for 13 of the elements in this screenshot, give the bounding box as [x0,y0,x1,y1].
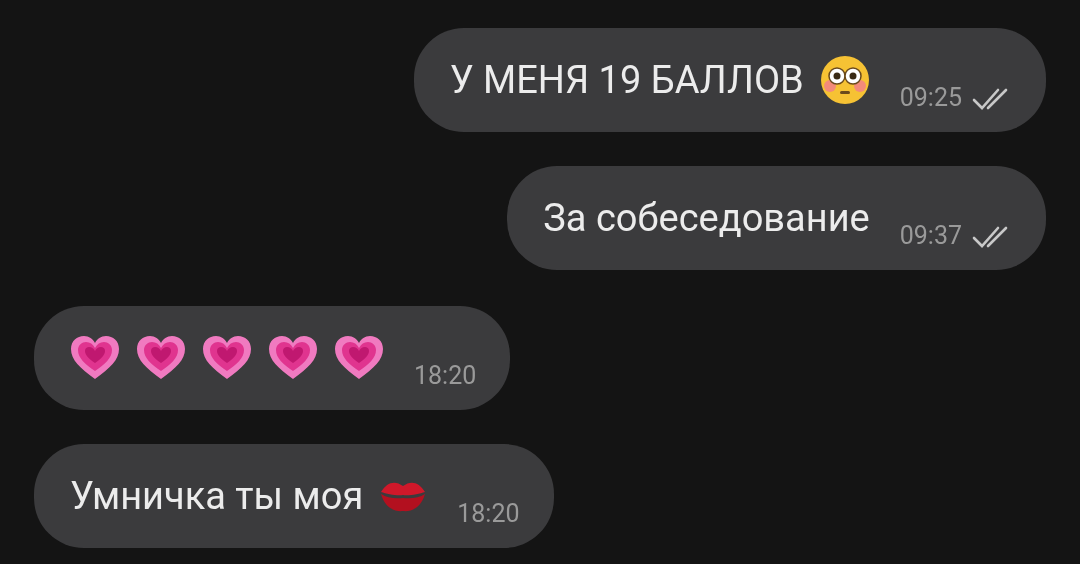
message-time: 18:20 [414,361,477,390]
heart-icon [136,335,186,381]
message-time: 09:25 [899,83,962,112]
heart-icon [334,335,384,381]
heart-icon [268,335,318,381]
message-time: 09:37 [899,221,962,250]
message-text: Умничка ты моя [70,477,364,515]
heart-icon [202,335,252,381]
message-text: У МЕНЯ 19 БАЛЛОВ [449,61,804,99]
message-time: 18:20 [457,499,520,528]
message-text: За собеседование [543,199,870,237]
flushed-face-icon [819,55,870,105]
heart-icon [70,335,120,381]
